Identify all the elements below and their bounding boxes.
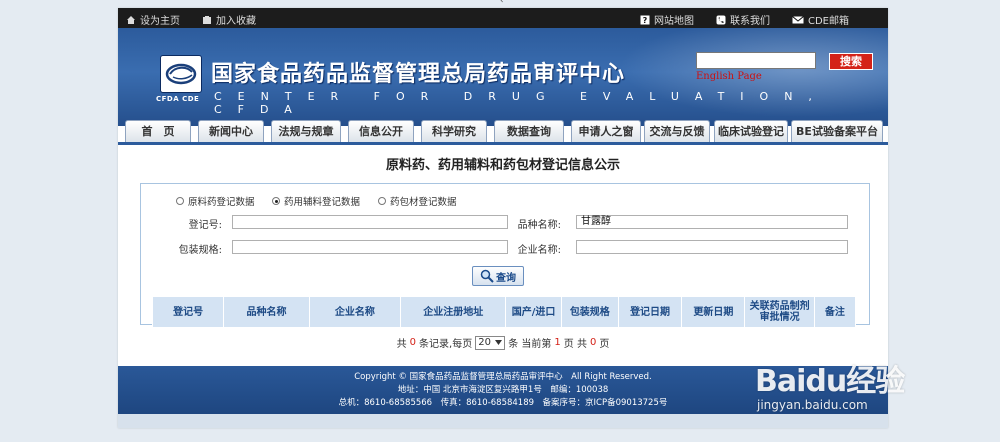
pager-text: 页 共 [563,339,587,350]
nav-tab-data-query[interactable]: 数据查询 [494,120,564,142]
top-utility-bar: 设为主页 加入收藏 ? 网站地图 联系我们 CDE邮箱 [118,8,888,28]
reg-no-label: 登记号: [188,220,222,231]
table-header-row: 登记号 品种名称 企业名称 企业注册地址 国产/进口 包装规格 登记日期 更新日… [151,296,857,328]
pager-text: 页 [599,339,610,350]
query-button[interactable]: 查询 [472,266,524,286]
favorite-icon [203,15,211,24]
logo-caption: CFDA CDE [156,95,200,103]
site-header: CFDA CDE 国家食品药品监督管理总局药品审评中心 CENTER FOR D… [118,28,888,126]
add-favorite-label: 加入收藏 [216,16,256,27]
nav-tab-regulations[interactable]: 法规与规章 [271,120,341,142]
col-header-remarks[interactable]: 备注 [813,296,857,328]
add-favorite-link[interactable]: 加入收藏 [202,12,256,27]
radio-button-icon [378,197,386,205]
svg-text:?: ? [643,16,648,25]
magnifier-icon [480,269,494,283]
nav-tab-clinical-trial[interactable]: 临床试验登记 [714,120,788,142]
pager-text: 共 [396,339,407,350]
radio-api-data[interactable]: 原料药登记数据 [176,194,255,208]
sitemap-label: 网站地图 [654,16,694,27]
col-header-company[interactable]: 企业名称 [308,296,402,328]
home-icon [127,15,135,24]
cde-mail-label: CDE邮箱 [808,16,850,27]
radio-packaging-data[interactable]: 药包材登记数据 [378,194,457,208]
chevron-down-icon [495,340,503,345]
variety-name-label: 品种名称: [517,220,561,231]
radio-label: 药用辅料登记数据 [284,197,361,208]
reg-no-input[interactable] [232,215,508,229]
help-icon: ? [640,15,650,25]
set-home-label: 设为主页 [140,16,180,27]
nav-tab-disclosure[interactable]: 信息公开 [348,120,414,142]
site-title-en: CENTER FOR DRUG EVALUATION, CFDA [214,90,828,116]
nav-tab-home[interactable]: 首 页 [125,120,191,142]
site-title-cn: 国家食品药品监督管理总局药品审评中心 [211,62,626,87]
sitemap-link[interactable]: ? 网站地图 [640,12,694,27]
watermark-brand: Baidu经验 [755,364,905,399]
nav-tab-be-platform[interactable]: BE试验备案平台 [791,120,883,142]
cde-mail-link[interactable]: CDE邮箱 [792,12,849,27]
variety-name-input[interactable]: 甘露醇 [576,215,848,229]
cfda-logo[interactable] [160,55,202,93]
radio-excipient-data[interactable]: 药用辅料登记数据 [272,194,360,208]
results-table: 登记号 品种名称 企业名称 企业注册地址 国产/进口 包装规格 登记日期 更新日… [151,296,857,328]
radio-label: 药包材登记数据 [390,197,457,208]
radio-label: 原料药登记数据 [188,197,255,208]
col-header-reg-date[interactable]: 登记日期 [617,296,683,328]
pager-record-count: 0 [409,337,417,348]
contact-link[interactable]: 联系我们 [716,12,770,27]
query-button-label: 查询 [496,272,516,284]
col-header-related-approval[interactable]: 关联药品制剂审批情况 [744,296,815,328]
site-search-button[interactable]: 搜索 [829,53,873,70]
nav-tab-research[interactable]: 科学研究 [421,120,487,142]
mail-icon [792,15,804,23]
company-name-label: 企业名称: [517,245,561,256]
col-header-reg-no[interactable]: 登记号 [151,296,225,328]
nav-tab-news[interactable]: 新闻中心 [198,120,264,142]
col-header-package[interactable]: 包装规格 [560,296,619,328]
company-name-input[interactable] [576,240,848,254]
per-page-select[interactable]: 20 [475,335,506,350]
radio-button-selected-icon [272,197,280,205]
page-title: 原料药、药用辅料和药包材登记信息公示 [385,158,620,173]
contact-label: 联系我们 [730,16,770,27]
nav-underline [118,142,888,145]
col-header-origin[interactable]: 国产/进口 [505,296,562,328]
package-spec-input[interactable] [232,240,508,254]
col-header-address[interactable]: 企业注册地址 [400,296,507,328]
nav-tab-applicant[interactable]: 申请人之窗 [571,120,641,142]
per-page-value: 20 [478,337,491,348]
english-page-link[interactable]: English Page [696,71,762,82]
col-header-update-date[interactable]: 更新日期 [681,296,746,328]
col-header-variety[interactable]: 品种名称 [223,296,310,328]
scroll-caret-icon: ‹ [500,0,504,6]
site-search-input[interactable] [696,52,816,69]
pager: 共 0 条记录,每页 20 条 当前第 1 页 共 0 页 [118,335,888,350]
pager-current-page: 1 [554,337,561,348]
phone-icon [716,15,726,24]
pager-text: 条 当前第 [508,339,552,350]
nav-tab-feedback[interactable]: 交流与反馈 [644,120,710,142]
pager-text: 条记录,每页 [419,339,473,350]
watermark-url: jingyan.baidu.com [757,398,868,412]
set-home-link[interactable]: 设为主页 [126,12,180,27]
package-spec-label: 包装规格: [178,245,222,256]
logo-emblem-icon [165,63,197,85]
radio-button-icon [176,197,184,205]
footer-bottom-band [118,414,888,428]
pager-total-pages: 0 [589,337,597,348]
baidu-watermark: Baidu经验 jingyan.baidu.com [755,356,905,412]
